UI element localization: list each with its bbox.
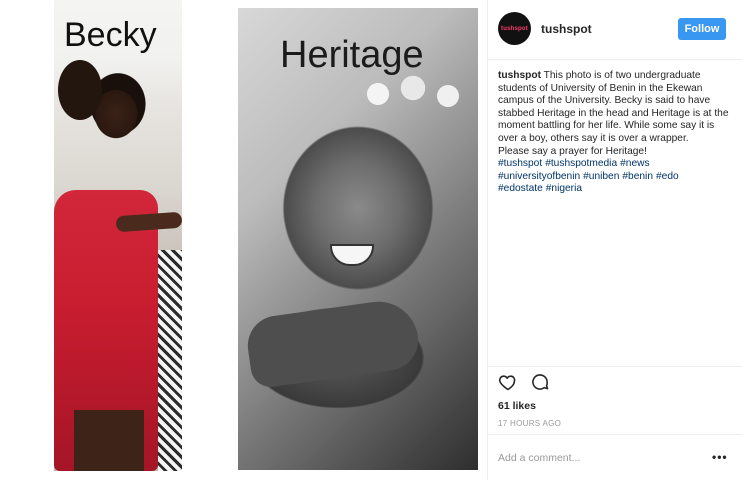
hashtag-link[interactable]: #tushspotmedia [545, 158, 617, 169]
photo-label-becky: Becky [64, 16, 157, 54]
follow-button[interactable]: Follow [678, 18, 726, 40]
hashtag-link[interactable]: #edostate [498, 183, 543, 194]
more-dots-icon[interactable]: ••• [712, 451, 728, 463]
hashtag-link[interactable]: #news [620, 158, 649, 169]
caption-text: This photo is of two undergraduate stude… [498, 70, 729, 144]
post-header: tushspot tushspot Follow [488, 0, 742, 60]
hashtag-link[interactable]: #universityofbenin [498, 171, 580, 182]
photo-detail [330, 244, 374, 266]
photo-detail [243, 296, 423, 390]
heart-icon[interactable] [498, 372, 518, 392]
post-side-panel: tushspot tushspot Follow tushspot This p… [487, 0, 742, 480]
post-username[interactable]: tushspot [541, 22, 592, 36]
photo-detail [115, 211, 182, 233]
hashtag-link[interactable]: #benin [622, 171, 653, 182]
hashtag-link[interactable]: #edo [656, 171, 679, 182]
post-caption: tushspot This photo is of two undergradu… [498, 70, 734, 196]
caption-username[interactable]: tushspot [498, 70, 541, 81]
avatar[interactable]: tushspot [498, 12, 531, 45]
photo-label-heritage: Heritage [280, 34, 424, 76]
photo-detail [74, 410, 144, 471]
comment-bar: ••• [488, 434, 742, 480]
hashtag-list: #tushspot #tushspotmedia #news #universityo… [498, 158, 682, 194]
photo-becky: Becky [54, 0, 182, 471]
hashtag-link[interactable]: #nigeria [546, 183, 582, 194]
photo-detail [58, 60, 102, 120]
likes-count[interactable]: 61 likes [498, 400, 536, 412]
comment-input[interactable] [498, 449, 698, 467]
caption-prayer: Please say a prayer for Heritage! [498, 145, 647, 157]
comment-icon[interactable] [530, 372, 550, 392]
hashtag-link[interactable]: #tushspot [498, 158, 542, 169]
hashtag-link[interactable]: #uniben [583, 171, 619, 182]
photo-detail [158, 250, 182, 471]
post-timestamp: 17 HOURS AGO [498, 419, 562, 428]
photo-heritage: Heritage [238, 8, 478, 470]
post-image[interactable]: Becky Heritage [0, 0, 487, 480]
avatar-text: tushspot [501, 25, 528, 32]
